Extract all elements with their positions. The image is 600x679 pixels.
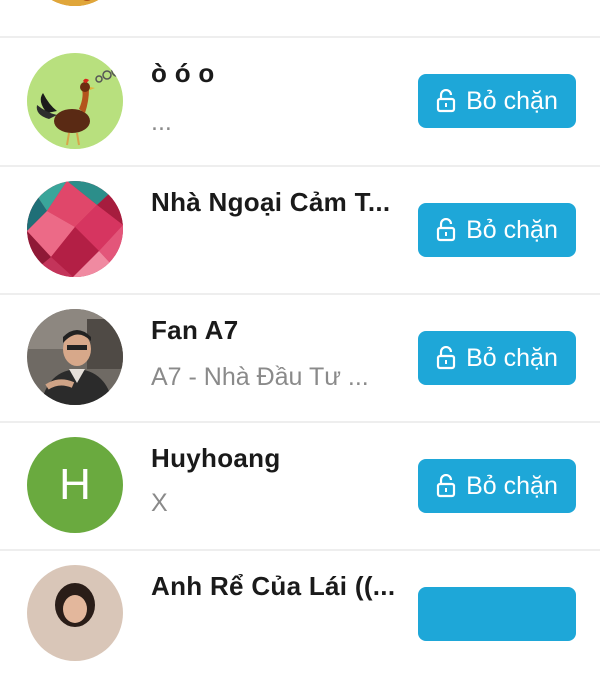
user-name: ò ó o [151,58,215,88]
unblock-button[interactable] [418,587,576,641]
blocked-users-list: ò ó o ... Bỏ chặn Nhà Ngoại Cảm T... Bỏ … [0,0,600,661]
user-name: Nhà Ngoại Cảm T... [151,187,391,217]
unblock-label: Bỏ chặn [466,343,558,372]
user-name: Fan A7 [151,315,239,345]
list-item: Nhà Ngoại Cảm T... Bỏ chặn [0,167,600,295]
user-subtitle: A7 - Nhà Đầu Tư ... [151,363,369,391]
unblock-label: Bỏ chặn [466,86,558,115]
unlock-icon [436,88,456,113]
unlock-icon [436,217,456,242]
avatar-initial: H [59,460,91,509]
list-item: ò ó o ... Bỏ chặn [0,38,600,166]
unlock-icon [436,345,456,370]
unblock-button[interactable]: Bỏ chặn [418,331,576,385]
user-name: Huyhoang [151,443,281,473]
rooster-avatar[interactable] [27,53,123,149]
person-avatar[interactable] [27,565,123,661]
avatar[interactable] [27,0,123,6]
unblock-button[interactable]: Bỏ chặn [418,74,576,128]
letter-avatar[interactable]: H [27,437,123,533]
user-subtitle: ... [151,108,172,136]
list-item [0,0,600,38]
unblock-button[interactable]: Bỏ chặn [418,203,576,257]
unblock-label: Bỏ chặn [466,471,558,500]
list-item: Fan A7 A7 - Nhà Đầu Tư ... Bỏ chặn [0,295,600,423]
unblock-button[interactable]: Bỏ chặn [418,459,576,513]
unblock-label: Bỏ chặn [466,215,558,244]
user-name: Anh Rể Của Lái ((... [151,571,396,601]
man-avatar[interactable] [27,309,123,405]
list-item: H Huyhoang X Bỏ chặn [0,423,600,551]
unlock-icon [436,473,456,498]
list-item: Anh Rể Của Lái ((... [0,551,600,679]
polygon-avatar[interactable] [27,181,123,277]
user-subtitle: X [151,489,168,517]
